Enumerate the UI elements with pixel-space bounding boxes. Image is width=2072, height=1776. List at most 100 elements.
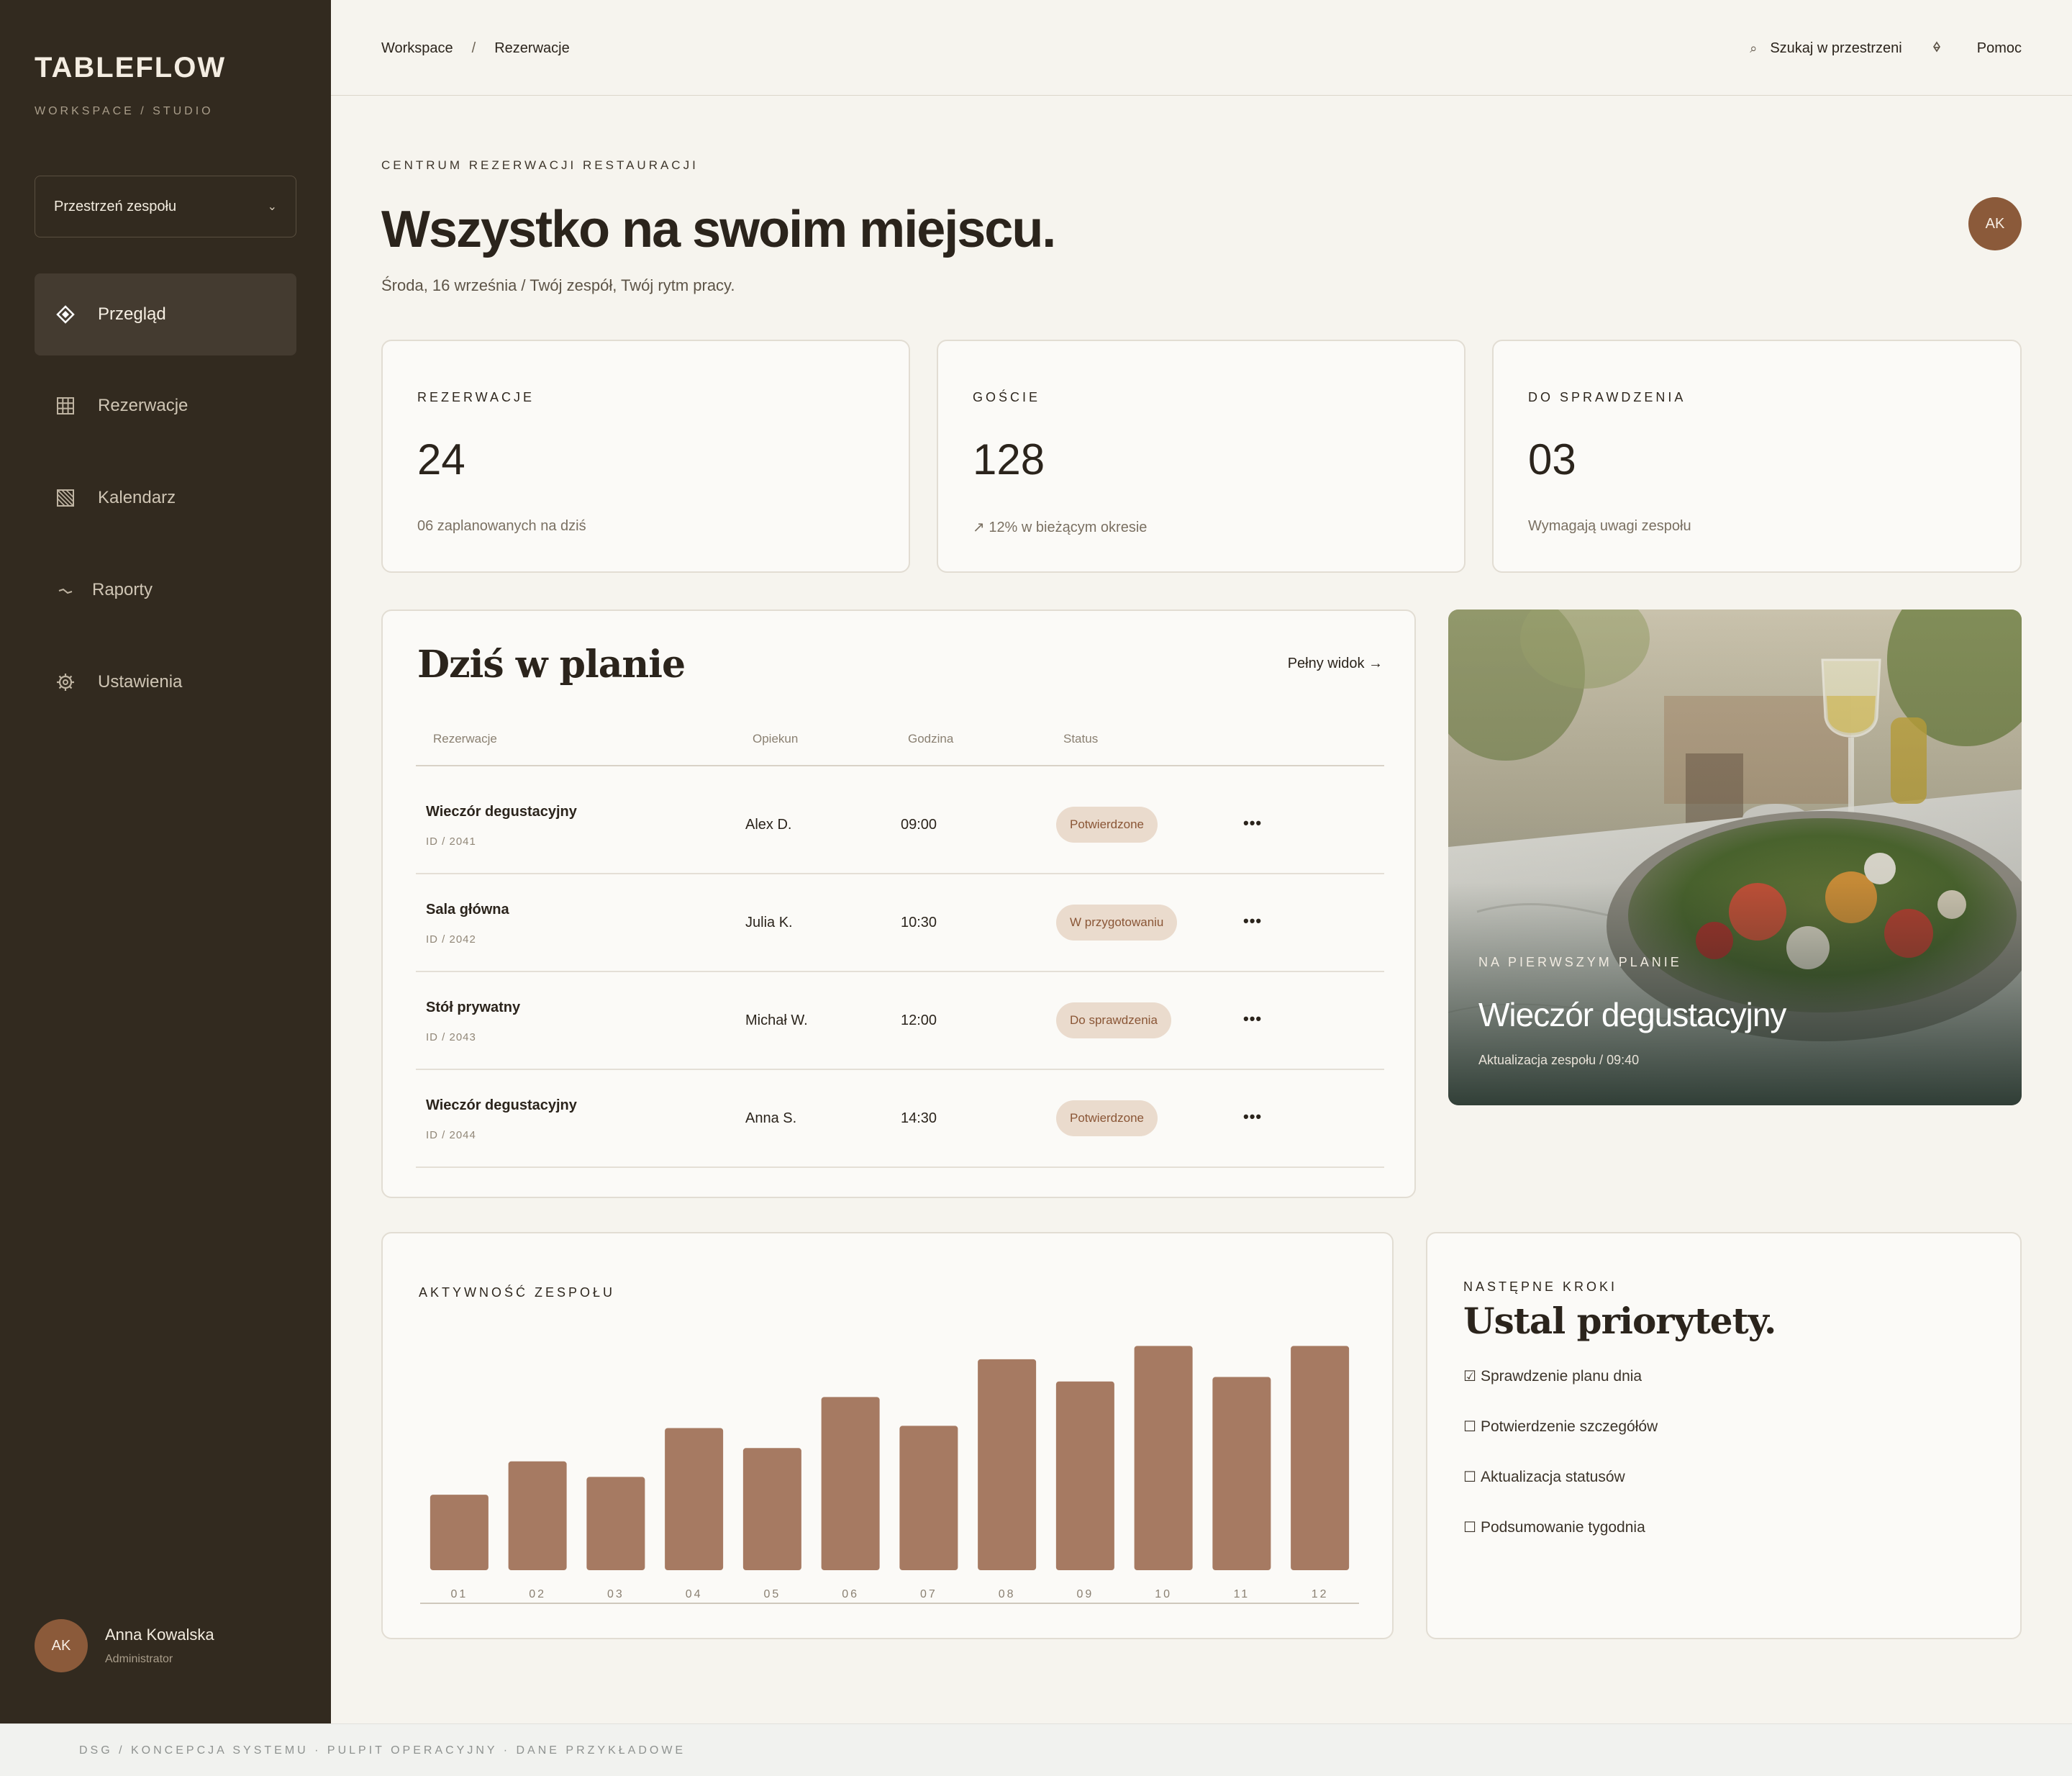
chart-bar-12 [1291,1346,1350,1570]
reservation-name: Wieczór degustacyjny [426,804,577,820]
footer-text: DSG / KONCEPCJA SYSTEMU · PULPIT OPERACY… [79,1744,686,1757]
checkbox-icon: ☐ [1463,1469,1476,1485]
workspace-select[interactable]: Przestrzeń zespołu ⌄ [35,176,296,237]
column-header-opiekun[interactable]: Opiekun [753,732,798,746]
reservation-time: 10:30 [901,915,937,930]
full-view-link[interactable]: Pełny widok → [1288,656,1383,672]
step-label: Sprawdzenie planu dnia [1480,1367,1642,1385]
stat-value: 128 [973,435,1045,484]
more-actions-button[interactable]: ••• [1243,1010,1262,1028]
chart-bar-07 [899,1426,958,1570]
step-item[interactable]: ☐ Aktualizacja statusów [1463,1468,1625,1486]
search-icon: ⌕ [1750,41,1758,55]
sidebar-item-label: Rezerwacje [98,396,188,415]
stat-label: GOŚCIE [973,390,1041,404]
feature-title: Wieczór degustacyjny [1478,996,1786,1033]
footer: DSG / KONCEPCJA SYSTEMU · PULPIT OPERACY… [0,1723,2072,1776]
chart-bar-10 [1134,1346,1193,1570]
sidebar-item-raporty[interactable]: Raporty [35,549,296,631]
column-header-status[interactable]: Status [1063,732,1098,746]
avatar[interactable]: AK [1968,197,2022,250]
brand-subtitle: WORKSPACE / STUDIO [35,105,214,117]
brand-logo[interactable]: TABLEFLOW [35,52,226,84]
sidebar-item-label: Kalendarz [98,488,176,507]
plan-title: Dziś w planie [417,643,686,687]
table-row[interactable]: Wieczór degustacyjny ID / 2041 Alex D. 0… [416,776,1384,874]
sidebar-item-label: Raporty [92,580,153,599]
chart-tick-label: 07 [920,1588,937,1600]
stat-card-rezerwacje[interactable]: REZERWACJE 24 06 zaplanowanych na dziś [381,340,910,573]
reservation-name: Wieczór degustacyjny [426,1097,577,1113]
column-header-rezerwacje[interactable]: Rezerwacje [433,732,497,746]
chart-tick-label: 06 [842,1588,859,1600]
sidebar-item-ustawienia[interactable]: Ustawienia [35,641,296,723]
more-actions-button[interactable]: ••• [1243,1107,1262,1126]
stat-note: ↗ 12% w bieżącym okresie [973,520,1148,535]
chart-bar-01 [430,1495,489,1570]
status-badge: Do sprawdzenia [1056,1002,1171,1038]
stat-label: REZERWACJE [417,390,535,404]
status-badge: W przygotowaniu [1056,905,1178,941]
more-actions-button[interactable]: ••• [1243,814,1262,833]
reservation-name: Sala główna [426,902,509,918]
chevron-down-icon: ⌄ [267,201,277,213]
chart-tick-label: 05 [763,1588,781,1600]
step-label: Potwierdzenie szczegółów [1480,1418,1658,1435]
status-badge: Potwierdzone [1056,1100,1158,1136]
chart-tick-label: 08 [999,1588,1016,1600]
chart-bar-04 [665,1428,724,1570]
checkbox-icon: ☐ [1463,1520,1476,1536]
user-name: Anna Kowalska [105,1626,214,1644]
table-row[interactable]: Wieczór degustacyjny ID / 2044 Anna S. 1… [416,1070,1384,1168]
reservation-time: 12:00 [901,1012,937,1028]
next-steps-card: NASTĘPNE KROKI Ustal priorytety. ☑ Spraw… [1426,1232,2022,1639]
stat-note: Wymagają uwagi zespołu [1528,518,1691,534]
hero-eyebrow: CENTRUM REZERWACJI RESTAURACJI [381,158,699,172]
step-item[interactable]: ☑ Sprawdzenie planu dnia [1463,1367,1642,1385]
table-row[interactable]: Stół prywatny ID / 2043 Michał W. 12:00 … [416,972,1384,1070]
steps-eyebrow: NASTĘPNE KROKI [1463,1279,1618,1294]
feature-card[interactable]: NA PIERWSZYM PLANIE Wieczór degustacyjny… [1448,610,2022,1105]
column-header-godzina[interactable]: Godzina [908,732,953,746]
step-item[interactable]: ☐ Potwierdzenie szczegółów [1463,1418,1658,1436]
step-item[interactable]: ☐ Podsumowanie tygodnia [1463,1518,1645,1536]
sidebar-item-label: Ustawienia [98,672,183,692]
chart-bar-02 [508,1461,567,1570]
stat-card-goscie[interactable]: GOŚCIE 128 ↗ 12% w bieżącym okresie [937,340,1466,573]
breadcrumb-item-rezerwacje[interactable]: Rezerwacje [494,40,569,57]
reservation-owner: Anna S. [745,1110,797,1126]
user-profile[interactable]: AK Anna Kowalska Administrator [35,1619,214,1672]
reservation-id: ID / 2042 [426,933,476,946]
stat-card-do-sprawdzenia[interactable]: DO SPRAWDZENIA 03 Wymagają uwagi zespołu [1492,340,2022,573]
chart-bar-11 [1212,1377,1271,1570]
chart-tick-label: 09 [1076,1588,1094,1600]
sidebar-item-przeglad[interactable]: Przegląd [35,273,296,355]
breadcrumb: Workspace / Rezerwacje [381,40,570,57]
chart-bar-03 [586,1477,645,1570]
help-button[interactable]: Pomoc [1977,40,2022,57]
sidebar-item-kalendarz[interactable]: Kalendarz [35,457,296,539]
sidebar-item-label: Przegląd [98,304,166,324]
sidebar-item-rezerwacje[interactable]: Rezerwacje [35,365,296,447]
breadcrumb-item-workspace[interactable]: Workspace [381,40,453,57]
steps-title: Ustal priorytety. [1463,1300,1776,1342]
diamond-icon [55,304,76,325]
table-row[interactable]: Sala główna ID / 2042 Julia K. 10:30 W p… [416,874,1384,972]
search-button[interactable]: Szukaj w przestrzeni [1770,40,1901,57]
activity-card: AKTYWNOŚĆ ZESPOŁU 01 02 03 04 05 06 07 08 09 10 11… [381,1232,1394,1639]
reservation-id: ID / 2041 [426,835,476,848]
chart-bar-09 [1055,1381,1114,1570]
reservation-id: ID / 2044 [426,1129,476,1141]
top-bar: Workspace / Rezerwacje ⌕ Szukaj w przest… [331,0,2072,96]
status-badge: Potwierdzone [1056,807,1158,843]
step-label: Aktualizacja statusów [1480,1468,1625,1485]
chart-tick-label: 12 [1312,1588,1329,1600]
plan-card: Dziś w planie Pełny widok → Rezerwacje O… [381,610,1416,1198]
more-actions-button[interactable]: ••• [1243,912,1262,930]
page-subtitle: Środa, 16 września / Twój zespół, Twój r… [381,276,735,294]
chart-tick-label: 11 [1234,1588,1250,1600]
trend-icon [55,579,76,601]
sidebar: TABLEFLOW WORKSPACE / STUDIO Przestrzeń … [0,0,331,1723]
calendar-icon [55,487,76,509]
workspace-select-label: Przestrzeń zespołu [54,198,177,214]
